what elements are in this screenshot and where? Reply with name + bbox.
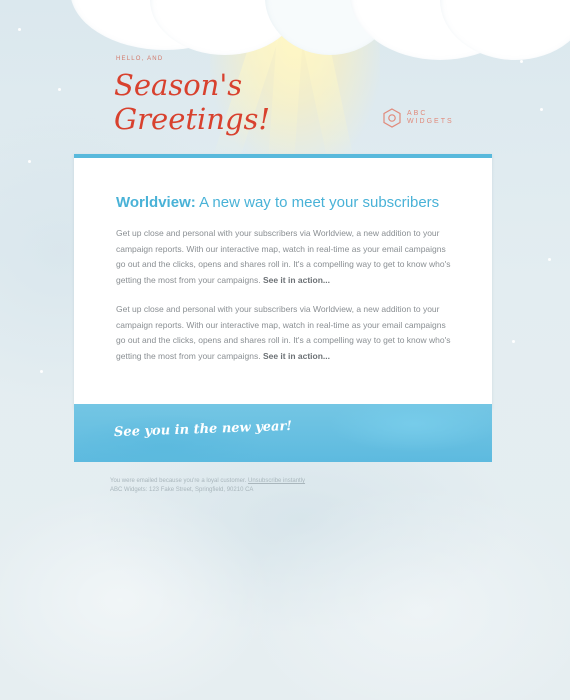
logo-line-1: ABC (407, 110, 428, 117)
footer-address: ABC Widgets: 123 Fake Street, Springfiel… (110, 487, 254, 493)
snowflake (28, 160, 31, 163)
snowflake (540, 108, 543, 111)
snowflake (520, 60, 523, 63)
unsubscribe-link[interactable]: Unsubscribe instantly (248, 478, 305, 484)
banner-message: See you in the new year! (113, 418, 293, 441)
article-title: Worldview: A new way to meet your subscr… (116, 194, 439, 211)
abc-widgets-logo[interactable]: ABC WIDGETS (383, 108, 454, 128)
snowflake (40, 370, 43, 373)
greeting-eyebrow: HELLO, AND (116, 56, 164, 62)
article-title-strong: Worldview: (116, 194, 196, 211)
article-paragraph: Get up close and personal with your subs… (116, 302, 456, 364)
greeting-line-1: Season's (114, 68, 243, 102)
footer-notice-line: You were emailed because you're a loyal … (110, 477, 305, 486)
logo-wordmark: ABC WIDGETS (407, 110, 454, 126)
snowflake (548, 258, 551, 261)
article-paragraph: Get up close and personal with your subs… (116, 226, 456, 288)
footer-notice: You were emailed because you're a loyal … (110, 478, 249, 484)
hexagon-logo-icon (383, 108, 401, 128)
new-year-banner: See you in the new year! (74, 404, 492, 462)
email-footer: You were emailed because you're a loyal … (110, 477, 305, 495)
see-it-in-action-link[interactable]: See it in action... (263, 275, 330, 285)
snowflake (18, 28, 21, 31)
seasons-greetings-heading: Season's Greetings! (114, 68, 274, 136)
snowflake (58, 88, 61, 91)
logo-line-2: WIDGETS (407, 118, 454, 125)
snowflake (512, 340, 515, 343)
see-it-in-action-link[interactable]: See it in action... (263, 351, 330, 361)
content-card: Worldview: A new way to meet your subscr… (74, 154, 492, 408)
article-title-rest: A new way to meet your subscribers (199, 194, 440, 211)
greeting-line-2: Greetings! (114, 102, 271, 136)
